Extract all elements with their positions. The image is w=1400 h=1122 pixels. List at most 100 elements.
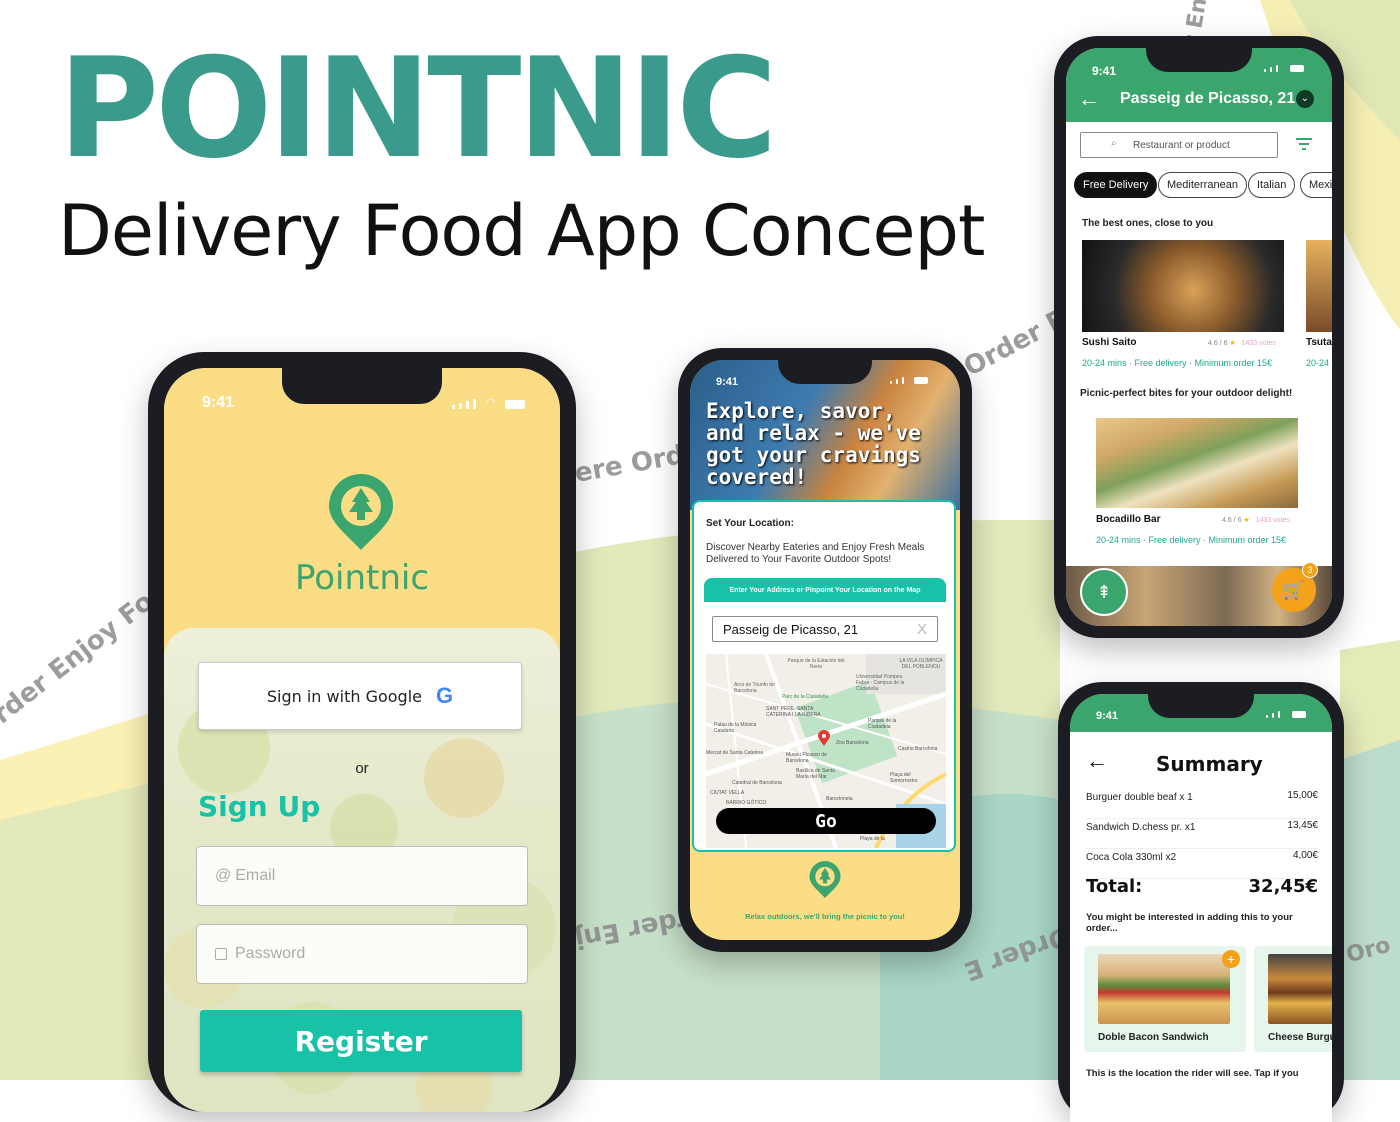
map-label: Parque de la Estación del Norte (787, 658, 845, 670)
map-label: Catedral de Barcelona (732, 780, 782, 786)
star-icon: ★ (1243, 517, 1250, 524)
restaurant-image[interactable] (1096, 418, 1298, 508)
address-value: Passeig de Picasso, 21 (723, 621, 859, 637)
chip-mediterranean[interactable]: Mediterranean (1158, 172, 1247, 198)
item-name: Burguer double beaf x 1 (1086, 792, 1193, 803)
location-footer-text: Relax outdoors, we'll bring the picnic t… (745, 912, 905, 921)
total-label: Total: (1086, 876, 1143, 897)
go-button-label: Go (815, 810, 837, 832)
status-icons: ◠ (452, 396, 525, 409)
chip-italian[interactable]: Italian (1248, 172, 1296, 198)
restaurant-info: 20-24 mins · Free delivery · Minimum ord… (1096, 535, 1287, 545)
location-description: Discover Nearby Eateries and Enjoy Fresh… (706, 542, 925, 565)
battery-icon (1292, 711, 1306, 718)
restaurant-image[interactable] (1306, 240, 1332, 332)
password-placeholder: Password (235, 945, 306, 962)
order-item-row: Coca Cola 330ml x2 4,00€ (1086, 848, 1318, 879)
email-field[interactable]: @ Email (196, 846, 528, 906)
restaurant-name: Sushi Saito (1082, 337, 1137, 348)
wifi-icon: ◠ (486, 397, 496, 409)
chip-mexican[interactable]: Mexic (1300, 172, 1332, 198)
status-time: 9:41 (202, 394, 235, 411)
password-field[interactable]: Password (196, 924, 528, 984)
suggestion-card[interactable]: + Doble Bacon Sandwich (1084, 946, 1246, 1052)
map-label: CIUTAT VELLA (710, 790, 745, 796)
location-card: Set Your Location: Discover Nearby Eater… (692, 500, 956, 852)
restaurant-name: Bocadillo Bar (1096, 514, 1161, 525)
status-icons (1266, 711, 1306, 718)
home-screen: 9:41 ← Passeig de Picasso, 21 ⌄ ⌕ Restau… (1066, 48, 1332, 626)
back-arrow-icon[interactable]: ← (1086, 750, 1108, 772)
status-time: 9:41 (1092, 64, 1117, 78)
home-nav-button[interactable]: ⇞ (1080, 568, 1128, 616)
map-label: Arco de Triunfo de Barcelona (734, 682, 775, 694)
google-signin-button[interactable]: Sign in with Google G (198, 662, 522, 730)
phone-summary: 9:41 ← Summary Burguer double beaf x 1 1… (1058, 682, 1344, 1122)
status-icons (1264, 65, 1304, 72)
rating-value: 4.6 / 6 (1208, 340, 1228, 347)
map-label: Museu Picasso de Barcelona (786, 752, 827, 764)
add-to-order-icon[interactable]: + (1222, 950, 1240, 968)
address-input[interactable]: Passeig de Picasso, 21 X (712, 616, 938, 642)
rider-location-text: This is the location the rider will see.… (1086, 1068, 1299, 1079)
map-label: Parc de la Ciutadella (782, 694, 829, 700)
restaurant-rating: 4.6 / 6 ★ 1433 votes (1208, 339, 1276, 347)
votes-count: 1433 votes (1241, 340, 1276, 347)
chevron-down-icon[interactable]: ⌄ (1296, 90, 1314, 108)
restaurant-name: Tsuta (1306, 337, 1332, 348)
suggestion-card[interactable]: Cheese Burgu (1254, 946, 1332, 1052)
suggest-text: You might be interested in adding this t… (1086, 912, 1293, 934)
phone-location: 9:41 Explore, savor, and relax - we've g… (678, 348, 972, 952)
or-divider-label: or (355, 760, 369, 777)
map-label: Plaça del Somorrostro (890, 772, 918, 784)
search-input[interactable]: ⌕ Restaurant or product (1080, 132, 1278, 158)
clear-address-icon[interactable]: X (917, 621, 927, 638)
tree-pin-logo-icon (809, 861, 841, 898)
filter-icon[interactable] (1296, 138, 1312, 150)
location-screen: 9:41 Explore, savor, and relax - we've g… (690, 360, 960, 940)
brand-tagline: Delivery Food App Concept (58, 190, 985, 272)
item-name: Coca Cola 330ml x2 (1086, 852, 1177, 863)
cart-icon: 🛒 (1282, 579, 1306, 600)
map-label: Casino Barcelona (898, 746, 938, 752)
at-icon: @ (215, 867, 232, 884)
map-label: Parque de la Ciudadela (868, 718, 897, 730)
map-label: SANT PERE, SANTA CATERINA I LA RIBERA (766, 706, 821, 718)
section-picnic-title: Picnic-perfect bites for your outdoor de… (1080, 388, 1293, 399)
item-price: 13,45€ (1287, 820, 1318, 831)
back-arrow-icon[interactable]: ← (1078, 88, 1100, 110)
home-address[interactable]: Passeig de Picasso, 21 (1120, 90, 1295, 108)
login-app-name: Pointnic (294, 558, 430, 598)
register-label: Register (294, 1024, 428, 1058)
item-price: 4,00€ (1292, 850, 1318, 861)
restaurant-image[interactable] (1082, 240, 1284, 332)
item-price: 15,00€ (1287, 790, 1318, 801)
go-button[interactable]: Go (716, 808, 936, 834)
summary-screen: 9:41 ← Summary Burguer double beaf x 1 1… (1070, 694, 1332, 1122)
map-label: BARRIO GÓTICO (726, 800, 767, 806)
login-screen: 9:41 ◠ Pointnic Sign in with Google G or… (164, 368, 560, 1112)
search-icon: ⌕ (1111, 138, 1117, 149)
order-item-row: Burguer double beaf x 1 15,00€ (1086, 788, 1318, 819)
battery-icon (914, 377, 928, 384)
total-value: 32,45€ (1248, 876, 1318, 897)
battery-icon (1290, 65, 1304, 72)
status-time: 9:41 (716, 376, 739, 388)
register-button[interactable]: Register (200, 1010, 522, 1072)
login-form-panel: Sign in with Google G or Sign Up @ Email… (164, 628, 560, 1112)
map-label: Universidad Pompeu Fabra - Campus de la … (856, 674, 905, 692)
location-map[interactable]: Parque de la Estación del Norte Arco de … (706, 654, 946, 848)
order-item-row: Sandwich D.chess pr. x1 13,45€ (1086, 818, 1318, 849)
map-label: LA VILA OLÍMPICA DEL POBLENOU (899, 658, 943, 670)
chip-free-delivery[interactable]: Free Delivery (1074, 172, 1158, 198)
google-signin-label: Sign in with Google (266, 686, 422, 706)
phone-home: 9:41 ← Passeig de Picasso, 21 ⌄ ⌕ Restau… (1054, 36, 1344, 638)
suggestion-name: Doble Bacon Sandwich (1098, 1032, 1209, 1043)
rating-value: 4.6 / 6 (1222, 517, 1242, 524)
votes-count: 1433 votes (1255, 517, 1290, 524)
brand-title: POINTNIC (58, 28, 778, 189)
map-label: Basílica de Santa María del Mar (796, 768, 835, 780)
map-label: Barceloneta (826, 796, 853, 802)
restaurant-info: 20-24 mins · Free delivery · Minimum ord… (1082, 358, 1273, 368)
map-pin-icon (818, 730, 830, 746)
